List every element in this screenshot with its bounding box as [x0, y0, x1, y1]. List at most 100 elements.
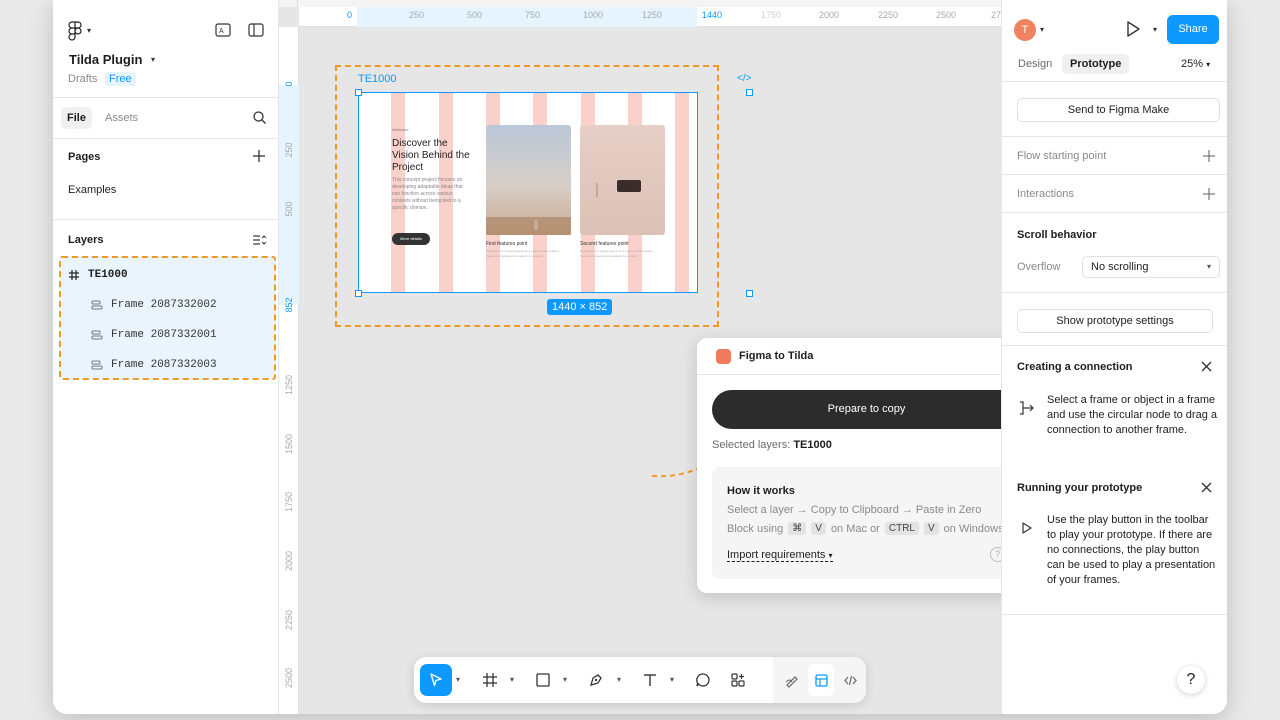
help-button[interactable]: ? — [1177, 666, 1205, 694]
right-tabs: Design Prototype 25% ▾ — [1002, 50, 1227, 82]
draw-mode-button[interactable] — [779, 664, 805, 696]
frame-paragraph: This concept project focuses on developi… — [392, 177, 463, 211]
chevron-down-icon[interactable]: ▾ — [1153, 25, 1157, 34]
left-tabs: File Assets — [53, 99, 279, 139]
running-prototype-text: Use the play button in the toolbar to pl… — [1047, 514, 1216, 586]
dimension-badge: 1440 × 852 — [547, 299, 613, 315]
how-it-works-shortcuts: Block using ⌘ V on Mac or CTRL V on Wind… — [727, 522, 1004, 535]
file-title-caret-icon[interactable]: ▾ — [151, 55, 155, 64]
design-mode-button[interactable] — [808, 664, 834, 696]
search-icon[interactable] — [252, 110, 267, 125]
creating-connection-text: Select a frame or object in a frame and … — [1047, 394, 1218, 436]
add-page-plus-icon[interactable] — [252, 149, 266, 163]
main-menu-caret-icon[interactable]: ▾ — [87, 26, 91, 35]
autolayout-icon — [91, 360, 103, 370]
chevron-down-icon[interactable]: ▾ — [617, 675, 621, 684]
layer-row[interactable]: Frame 2087332001 — [61, 320, 274, 350]
layer-row[interactable]: Frame 2087332002 — [61, 290, 274, 320]
divider — [1002, 614, 1227, 615]
layer-name: Frame 2087332001 — [111, 329, 217, 341]
layer-name: TE1000 — [88, 269, 128, 281]
flow-section: Flow starting point — [1002, 137, 1227, 175]
chevron-down-icon[interactable]: ▾ — [510, 675, 514, 684]
horizontal-ruler: 0 250 500 750 1000 1250 1440 1750 2000 2… — [299, 7, 1001, 27]
dev-mode-button[interactable] — [837, 664, 863, 696]
frame-tool-button[interactable] — [476, 664, 504, 696]
page-item[interactable]: Examples — [68, 184, 116, 196]
svg-text:A: A — [219, 28, 224, 35]
how-it-works-line: Select a layer → Copy to Clipboard → Pas… — [727, 504, 982, 516]
ai-text-icon[interactable]: A — [213, 21, 233, 39]
file-location[interactable]: Drafts — [68, 73, 97, 85]
avatar[interactable]: T — [1014, 19, 1036, 41]
frame-image-2 — [580, 125, 665, 235]
overflow-select[interactable]: No scrolling ▾ — [1082, 256, 1220, 278]
close-icon[interactable] — [1200, 481, 1213, 494]
show-prototype-settings-button[interactable]: Show prototype settings — [1017, 309, 1213, 333]
tab-file[interactable]: File — [61, 107, 92, 129]
layer-name: Frame 2087332002 — [111, 299, 217, 311]
figma-make-section: Send to Figma Make — [1002, 82, 1227, 137]
autolayout-icon — [91, 300, 103, 310]
left-panel: ▾ A Tilda Plugin ▾ Drafts Free File Asse… — [53, 0, 279, 714]
rectangle-icon — [536, 673, 550, 687]
plugin-title: Figma to Tilda — [739, 350, 814, 362]
resize-handle[interactable] — [746, 89, 753, 96]
interactions-section: Interactions — [1002, 175, 1227, 213]
comment-icon — [696, 673, 710, 687]
resize-handle[interactable] — [355, 290, 362, 297]
layers-header: Layers — [68, 234, 104, 246]
mode-switcher — [773, 657, 866, 703]
sidebar-toggle-icon[interactable] — [246, 21, 266, 39]
text-icon — [644, 674, 656, 686]
import-requirements-link[interactable]: Import requirements ▾ — [727, 549, 833, 562]
comment-tool-button[interactable] — [689, 664, 717, 696]
scroll-behavior-section: Scroll behavior Overflow — [1002, 213, 1227, 293]
components-icon — [731, 673, 745, 687]
layer-row[interactable]: TE1000 — [61, 260, 274, 290]
resize-handle[interactable] — [355, 89, 362, 96]
shape-tool-button[interactable] — [529, 664, 557, 696]
collapse-layers-icon[interactable] — [252, 233, 266, 247]
tab-assets[interactable]: Assets — [99, 107, 144, 129]
frame-name-label[interactable]: TE1000 — [358, 73, 397, 85]
chevron-down-icon[interactable]: ▾ — [563, 675, 567, 684]
zoom-level[interactable]: 25% ▾ — [1181, 58, 1210, 70]
actions-button[interactable] — [724, 664, 752, 696]
add-flow-plus-icon[interactable] — [1202, 149, 1216, 163]
layer-row[interactable]: Frame 2087332003 — [61, 350, 274, 380]
canvas[interactable]: 0 250 500 750 1000 1250 1440 1750 2000 2… — [279, 7, 1035, 714]
resize-handle[interactable] — [746, 290, 753, 297]
plan-badge: Free — [105, 72, 136, 86]
move-tool-button[interactable] — [420, 664, 452, 696]
running-prototype-header: Running your prototype — [1017, 482, 1143, 494]
chevron-down-icon[interactable]: ▾ — [1040, 25, 1044, 34]
right-panel: T ▾ ▾ Share Design Prototype 25% ▾ Send … — [1001, 0, 1227, 714]
file-title[interactable]: Tilda Plugin — [69, 52, 142, 67]
share-button[interactable]: Share — [1167, 15, 1219, 44]
text-tool-button[interactable] — [636, 664, 664, 696]
scroll-behavior-header: Scroll behavior — [1017, 229, 1097, 241]
tilda-logo-icon — [716, 349, 731, 364]
chevron-down-icon[interactable]: ▾ — [456, 675, 460, 684]
frame-feature-1: First features point — [486, 241, 528, 247]
pen-tool-button[interactable] — [582, 664, 610, 696]
prepare-to-copy-button[interactable]: Prepare to copy — [712, 390, 1021, 429]
layout-icon — [814, 673, 828, 687]
how-it-works-title: How it works — [727, 485, 795, 497]
close-icon[interactable] — [1200, 360, 1213, 373]
tab-prototype[interactable]: Prototype — [1062, 54, 1130, 74]
figma-logo-icon[interactable] — [68, 21, 82, 41]
frame-feature-2: Second features point — [580, 241, 629, 247]
chevron-down-icon[interactable]: ▾ — [670, 675, 674, 684]
play-icon[interactable] — [1124, 20, 1142, 38]
dev-code-icon[interactable]: </> — [737, 73, 751, 84]
divider — [1002, 345, 1227, 346]
frame-hash-icon — [69, 270, 79, 280]
add-interaction-plus-icon[interactable] — [1202, 187, 1216, 201]
frame-te1000[interactable]: Welcome Discover the Vision Behind the P… — [358, 92, 698, 293]
kbd-cmd: ⌘ — [788, 522, 807, 535]
tab-design[interactable]: Design — [1010, 54, 1060, 74]
send-to-figma-make-button[interactable]: Send to Figma Make — [1017, 98, 1220, 122]
overflow-label: Overflow — [1017, 261, 1061, 273]
